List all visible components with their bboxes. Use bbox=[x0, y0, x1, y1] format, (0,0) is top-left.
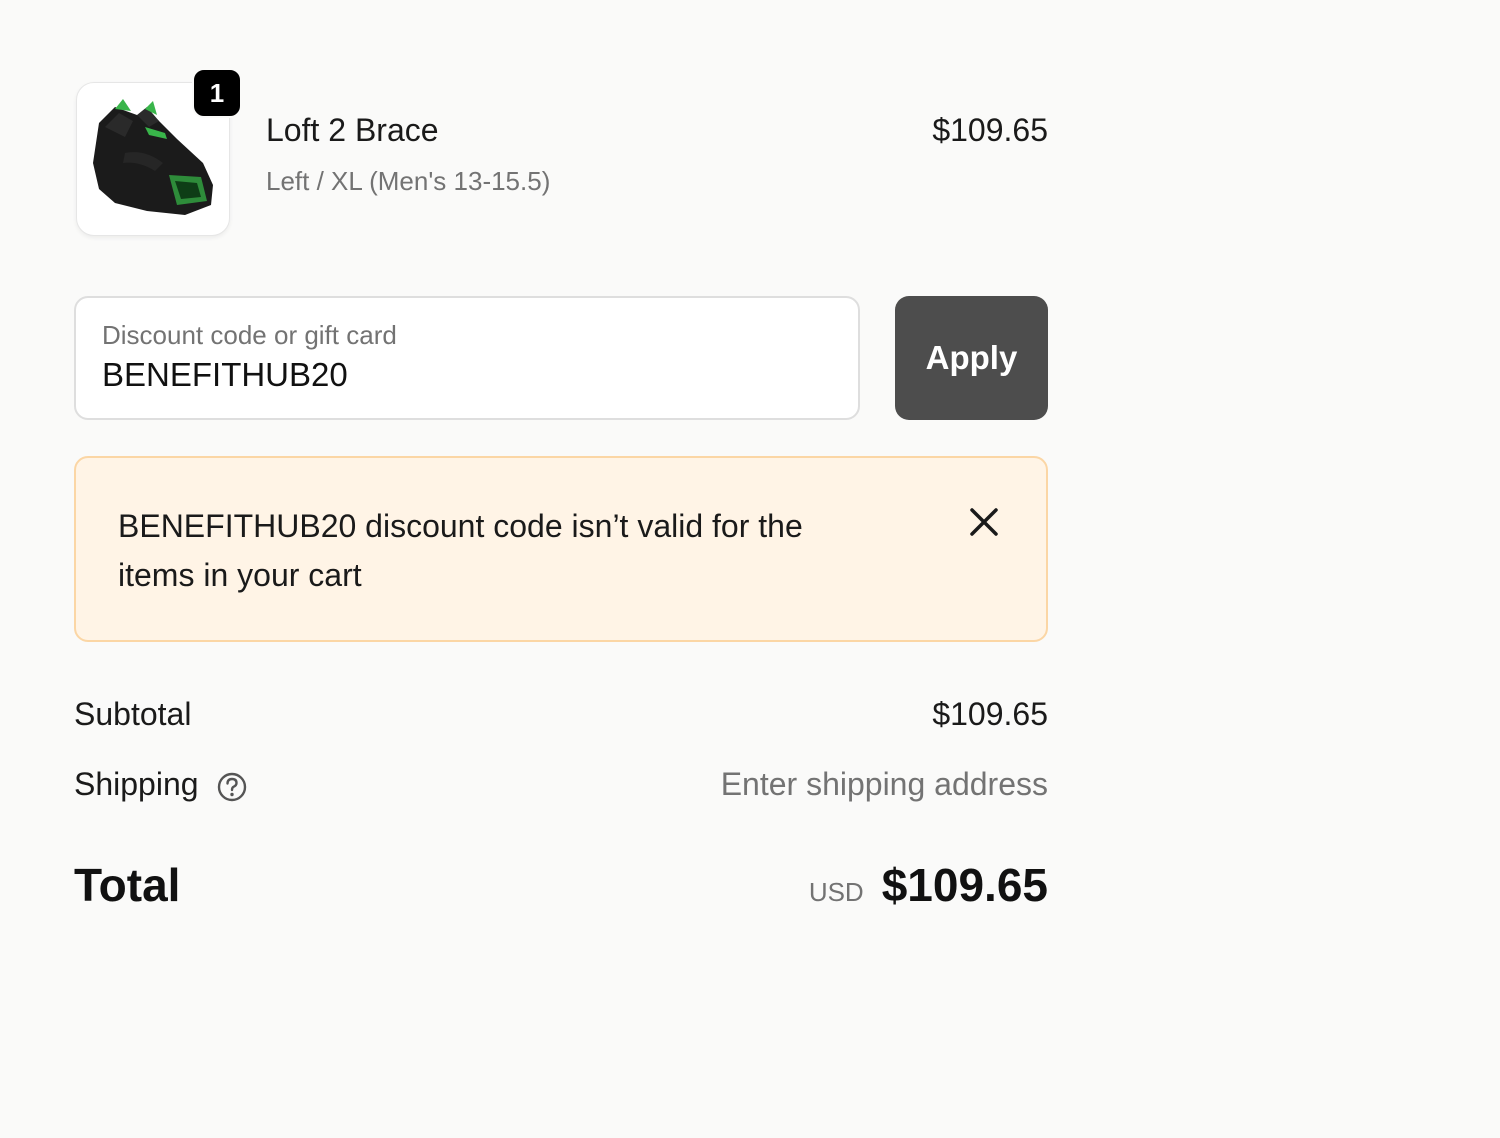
subtotal-label: Subtotal bbox=[74, 696, 192, 732]
discount-code-field[interactable]: Discount code or gift card BENEFITHUB20 bbox=[74, 296, 860, 420]
product-name: Loft 2 Brace bbox=[266, 112, 439, 148]
total-label: Total bbox=[74, 859, 181, 911]
product-variant: Left / XL (Men's 13-15.5) bbox=[266, 166, 551, 196]
currency-code: USD bbox=[808, 877, 864, 907]
apply-button[interactable]: Apply bbox=[895, 296, 1048, 420]
close-icon[interactable] bbox=[966, 504, 1002, 540]
shipping-value: Enter shipping address bbox=[720, 766, 1048, 802]
help-icon[interactable] bbox=[216, 771, 248, 803]
discount-warning-banner: BENEFITHUB20 discount code isn’t valid f… bbox=[74, 456, 1048, 642]
warning-code: BENEFITHUB20 bbox=[118, 508, 357, 544]
total-amount: USD $109.65 bbox=[809, 858, 1048, 912]
shipping-label: Shipping bbox=[74, 766, 199, 802]
total-value: $109.65 bbox=[881, 859, 1048, 911]
subtotal-value: $109.65 bbox=[932, 696, 1048, 732]
line-item: 1 Loft 2 Brace Left / XL (Men's 13-15.5)… bbox=[74, 68, 1048, 240]
discount-code-input[interactable]: BENEFITHUB20 bbox=[102, 356, 348, 394]
discount-field-label: Discount code or gift card bbox=[102, 320, 397, 350]
product-price: $109.65 bbox=[932, 112, 1048, 148]
warning-message: BENEFITHUB20 discount code isn’t valid f… bbox=[118, 502, 878, 600]
quantity-badge: 1 bbox=[192, 68, 242, 118]
